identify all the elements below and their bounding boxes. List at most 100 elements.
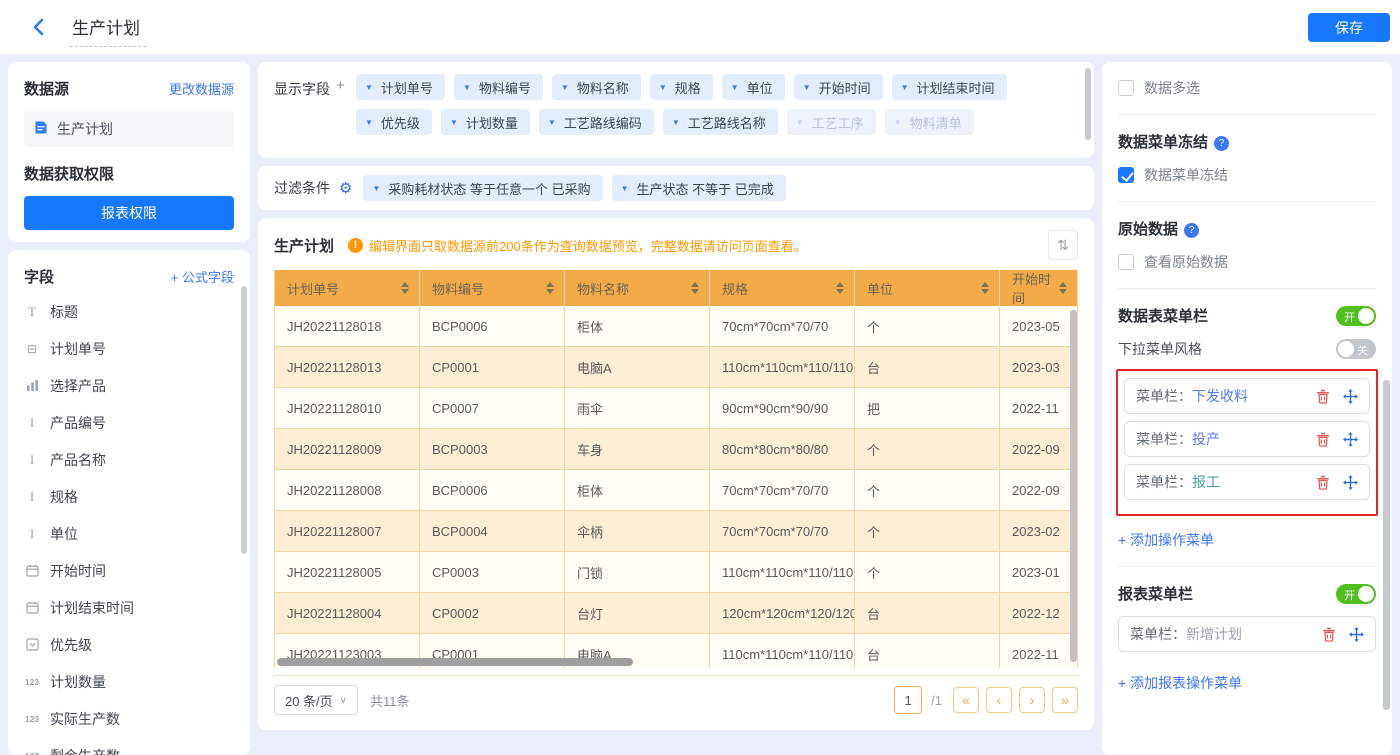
display-field-tag[interactable]: ▼物料编号: [454, 74, 543, 100]
raw-data-checkbox-row[interactable]: 查看原始数据: [1118, 252, 1376, 272]
table-column-header[interactable]: 单位: [855, 270, 1000, 306]
page-number-input[interactable]: 1: [894, 686, 922, 714]
table-row[interactable]: JH20221128018 BCP0006 柜体 70cm*70cm*70/70…: [275, 306, 1078, 347]
move-icon[interactable]: [1343, 389, 1358, 404]
field-list-item[interactable]: 选择产品: [24, 367, 250, 404]
field-list-item[interactable]: 123 实际生产数: [24, 700, 250, 737]
table-cell: 120cm*120cm*120/120: [710, 593, 855, 634]
add-report-menu-link[interactable]: + 添加报表操作菜单: [1118, 673, 1242, 693]
report-menu-item[interactable]: 菜单栏： 新增计划: [1118, 616, 1376, 652]
display-field-tag-disabled[interactable]: ▼物料清单: [885, 109, 974, 135]
display-field-tag[interactable]: ▼工艺路线名称: [663, 109, 778, 135]
data-menu-toggle-on[interactable]: 开: [1336, 306, 1376, 326]
dropdown-style-toggle-off[interactable]: 关: [1336, 339, 1376, 359]
display-field-tag[interactable]: ▼计划单号: [356, 74, 445, 100]
display-fields-scrollbar[interactable]: [1085, 68, 1091, 140]
add-display-field-button[interactable]: +: [336, 77, 345, 94]
display-field-tag[interactable]: ▼单位: [722, 74, 785, 100]
delete-icon[interactable]: [1316, 432, 1330, 447]
data-menu-item[interactable]: 菜单栏： 投产: [1124, 421, 1370, 457]
column-sort-icon[interactable]: [401, 282, 409, 294]
table-row[interactable]: JH20221128009 BCP0003 车身 80cm*80cm*80/80…: [275, 429, 1078, 470]
checkbox-unchecked-icon[interactable]: [1118, 80, 1134, 96]
checkbox-unchecked-icon[interactable]: [1118, 254, 1134, 270]
table-cell: JH20221128010: [275, 388, 420, 429]
menu-item-link[interactable]: 新增计划: [1186, 624, 1242, 644]
fields-scrollbar[interactable]: [241, 286, 247, 554]
data-menu-item[interactable]: 菜单栏： 报工: [1124, 464, 1370, 500]
delete-icon[interactable]: [1316, 475, 1330, 490]
field-list-item[interactable]: 123 计划数量: [24, 663, 250, 700]
column-sort-icon[interactable]: [691, 282, 699, 294]
back-icon[interactable]: [28, 16, 50, 38]
field-list-item[interactable]: I 产品编号: [24, 404, 250, 441]
settings-scrollbar[interactable]: [1383, 380, 1390, 710]
freeze-checkbox-row[interactable]: 数据菜单冻结: [1118, 165, 1376, 185]
display-field-tag[interactable]: ▼开始时间: [794, 74, 883, 100]
field-list-item[interactable]: I 产品名称: [24, 441, 250, 478]
add-formula-field-link[interactable]: + 公式字段: [171, 267, 234, 286]
filter-condition-tag[interactable]: ▼生产状态 不等于 已完成: [612, 175, 786, 201]
checkbox-checked-icon[interactable]: [1118, 167, 1134, 183]
display-field-tag[interactable]: ▼计划数量: [441, 109, 530, 135]
column-sort-icon[interactable]: [981, 282, 989, 294]
field-list-item[interactable]: I 单位: [24, 515, 250, 552]
display-field-tag[interactable]: ▼计划结束时间: [892, 74, 1007, 100]
first-page-button[interactable]: «: [953, 687, 979, 713]
table-column-header[interactable]: 物料名称: [565, 270, 710, 306]
datasource-item[interactable]: 生产计划: [24, 111, 234, 147]
table-row[interactable]: JH20221128007 BCP0004 伞柄 70cm*70cm*70/70…: [275, 511, 1078, 552]
column-sort-icon[interactable]: [546, 282, 554, 294]
field-list-item[interactable]: I 规格: [24, 478, 250, 515]
report-menu-toggle-on[interactable]: 开: [1336, 584, 1376, 604]
help-icon[interactable]: ?: [1214, 136, 1229, 151]
delete-icon[interactable]: [1322, 627, 1336, 642]
field-list-item[interactable]: ⊟ 计划单号: [24, 330, 250, 367]
save-button[interactable]: 保存: [1308, 13, 1390, 42]
table-row[interactable]: JH20221128004 CP0002 台灯 120cm*120cm*120/…: [275, 593, 1078, 634]
page-title[interactable]: 生产计划: [70, 14, 146, 47]
table-row[interactable]: JH20221128010 CP0007 雨伞 90cm*90cm*90/90 …: [275, 388, 1078, 429]
display-field-tag-disabled[interactable]: ▼工艺工序: [787, 109, 876, 135]
display-field-tag[interactable]: ▼物料名称: [552, 74, 641, 100]
table-row[interactable]: JH20221128013 CP0001 电脑A 110cm*110cm*110…: [275, 347, 1078, 388]
multi-select-checkbox-row[interactable]: 数据多选: [1118, 78, 1376, 98]
column-sort-icon[interactable]: [1059, 282, 1067, 294]
display-field-tag[interactable]: ▼规格: [650, 74, 713, 100]
table-column-header[interactable]: 物料编号: [420, 270, 565, 306]
change-datasource-link[interactable]: 更改数据源: [169, 79, 234, 98]
table-row[interactable]: JH20221128008 BCP0006 柜体 70cm*70cm*70/70…: [275, 470, 1078, 511]
gear-icon[interactable]: ⚙: [339, 179, 352, 197]
move-icon[interactable]: [1349, 627, 1364, 642]
next-page-button[interactable]: ›: [1019, 687, 1045, 713]
move-icon[interactable]: [1343, 475, 1358, 490]
field-list-item[interactable]: 优先级: [24, 626, 250, 663]
menu-item-link[interactable]: 报工: [1192, 472, 1220, 492]
table-vertical-scrollbar[interactable]: [1070, 310, 1077, 662]
table-row[interactable]: JH20221128005 CP0003 门锁 110cm*110cm*110/…: [275, 552, 1078, 593]
table-horizontal-scrollbar[interactable]: [277, 658, 633, 666]
field-list-item[interactable]: T 标题: [24, 293, 250, 330]
table-column-header[interactable]: 开始时间: [1000, 270, 1078, 306]
help-icon[interactable]: ?: [1184, 223, 1199, 238]
field-list-item[interactable]: 123 剩余生产数: [24, 737, 250, 755]
table-column-header[interactable]: 计划单号: [275, 270, 420, 306]
table-column-header[interactable]: 规格: [710, 270, 855, 306]
data-menu-item[interactable]: 菜单栏： 下发收料: [1124, 378, 1370, 414]
field-list-item[interactable]: 开始时间: [24, 552, 250, 589]
filter-condition-tag[interactable]: ▼采购耗材状态 等于任意一个 已采购: [363, 175, 602, 201]
move-icon[interactable]: [1343, 432, 1358, 447]
add-action-menu-link[interactable]: + 添加操作菜单: [1118, 530, 1214, 550]
column-sort-icon[interactable]: [836, 282, 844, 294]
display-field-tag[interactable]: ▼优先级: [356, 109, 432, 135]
page-size-select[interactable]: 20 条/页 ∨: [274, 685, 358, 715]
report-permission-button[interactable]: 报表权限: [24, 196, 234, 230]
display-field-tag[interactable]: ▼工艺路线编码: [539, 109, 654, 135]
menu-item-link[interactable]: 投产: [1192, 429, 1220, 449]
sort-order-button[interactable]: ⇅: [1048, 230, 1078, 260]
field-list-item[interactable]: 计划结束时间: [24, 589, 250, 626]
menu-item-link[interactable]: 下发收料: [1192, 386, 1248, 406]
last-page-button[interactable]: »: [1052, 687, 1078, 713]
prev-page-button[interactable]: ‹: [986, 687, 1012, 713]
delete-icon[interactable]: [1316, 389, 1330, 404]
